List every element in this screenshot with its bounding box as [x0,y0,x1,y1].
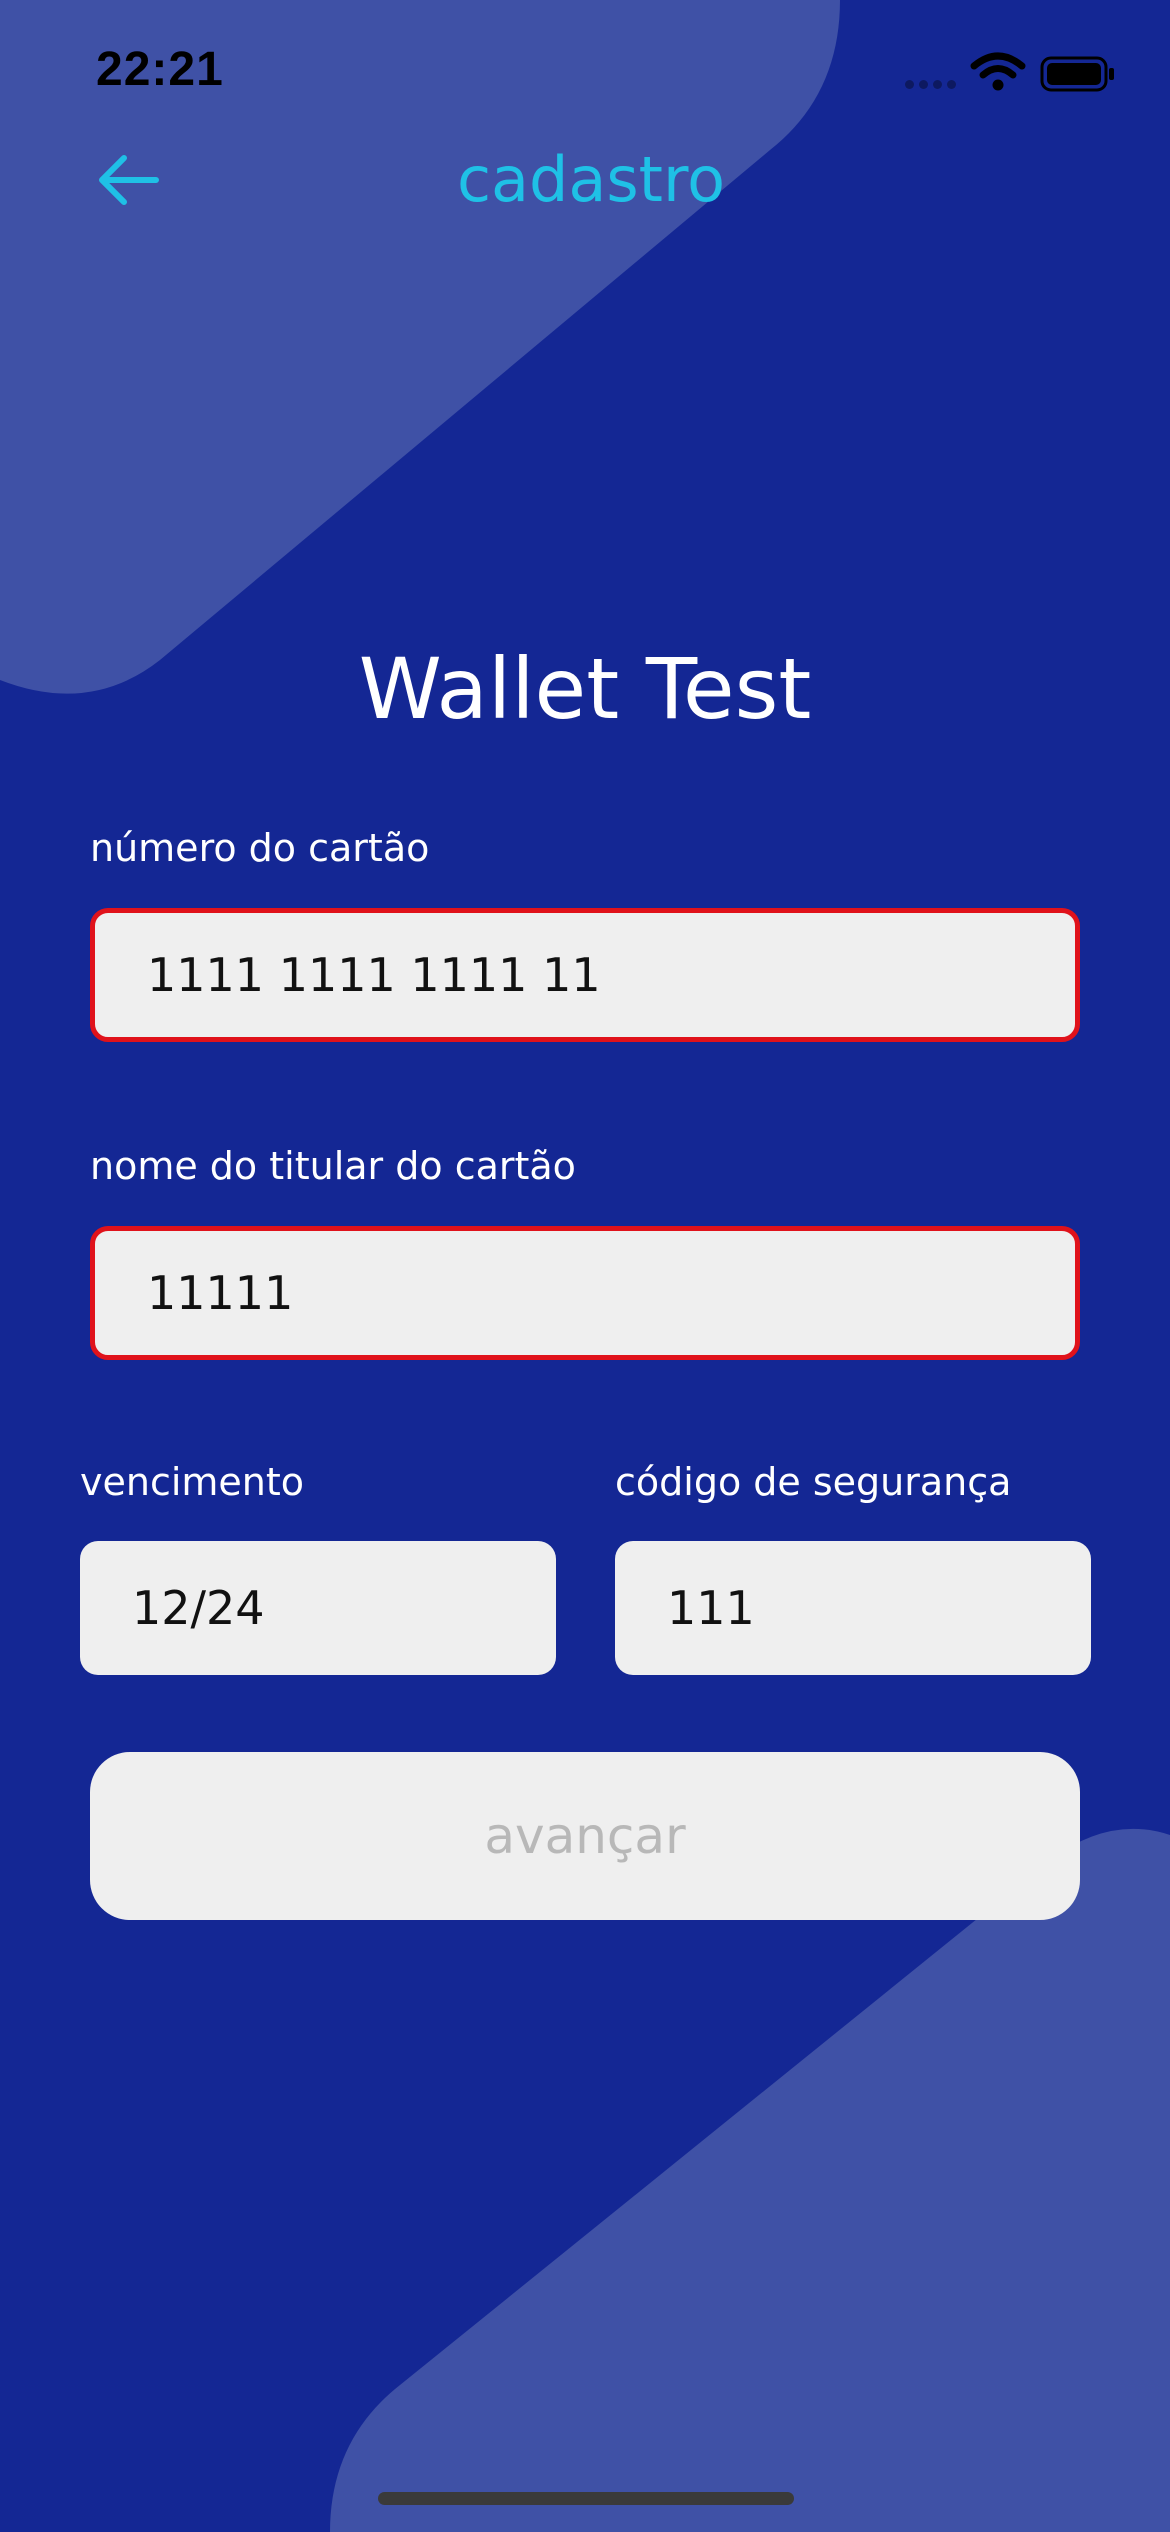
holder-name-label: nome do titular do cartão [90,1144,576,1188]
battery-icon [1040,56,1114,92]
cvv-input[interactable] [615,1581,1091,1635]
card-number-field[interactable] [90,908,1080,1042]
expiry-field[interactable] [80,1541,556,1675]
nav-bar: cadastro [0,130,1170,230]
advance-button[interactable]: avançar [90,1752,1080,1920]
expiry-label: vencimento [80,1460,305,1504]
expiry-input[interactable] [80,1581,556,1635]
wifi-icon [970,52,1026,91]
cvv-label: código de segurança [615,1460,1012,1504]
holder-name-input[interactable] [95,1266,1075,1320]
card-number-label: número do cartão [90,826,430,870]
cvv-field[interactable] [615,1541,1091,1675]
app-title: Wallet Test [358,640,812,738]
status-time: 22:21 [96,43,224,96]
holder-name-field[interactable] [90,1226,1080,1360]
card-number-input[interactable] [95,948,1075,1002]
status-bar: 22:21 [0,0,1170,140]
signal-icon [905,80,961,92]
home-indicator [378,2492,794,2505]
page-title: cadastro [456,143,726,216]
